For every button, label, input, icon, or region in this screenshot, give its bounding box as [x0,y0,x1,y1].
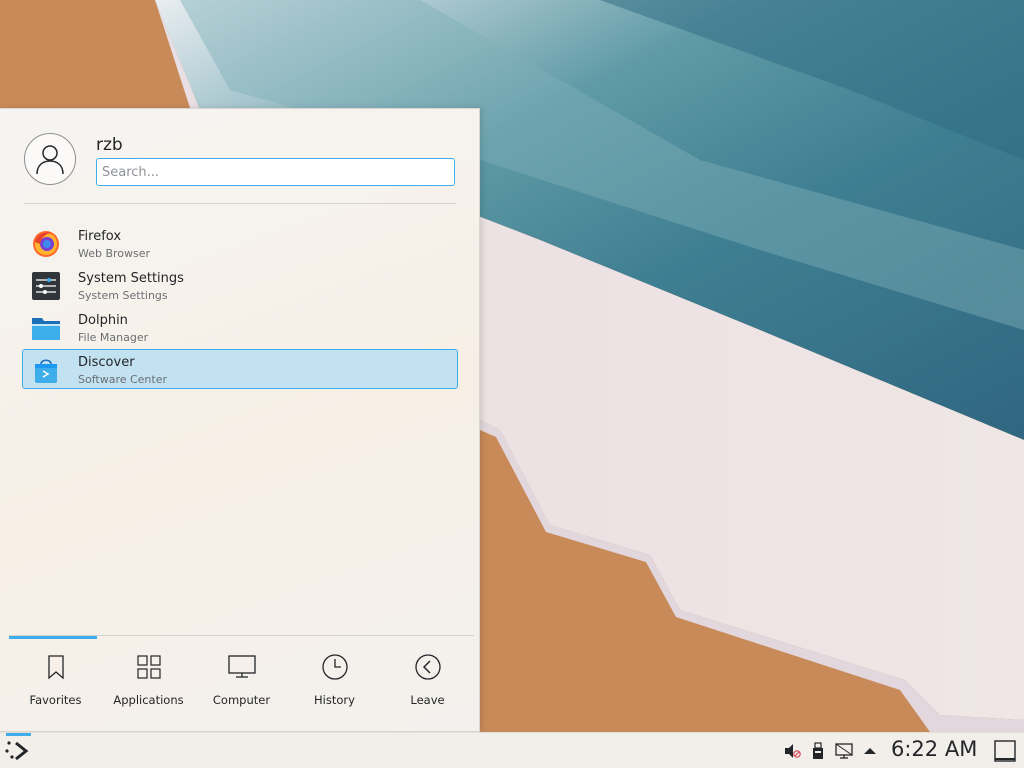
grid-icon [137,655,161,679]
tab-history[interactable]: History [288,641,381,711]
launcher-header: rzb [0,109,480,204]
favorite-name: Discover [78,355,135,370]
favorite-item-discover[interactable]: Discover Software Center [22,349,458,389]
search-input[interactable] [96,158,455,186]
launcher-tabs: Favorites Applications Computer History … [9,641,474,711]
back-arrow-icon [415,654,441,680]
digital-clock[interactable]: 6:22 AM [891,737,977,761]
launcher-button[interactable] [4,735,34,767]
network-disconnected-icon[interactable] [834,741,854,761]
tab-applications[interactable]: Applications [102,641,195,711]
tab-label: Leave [410,693,445,707]
taskbar: 6:22 AM [0,732,1024,768]
tab-label: History [314,693,355,707]
user-avatar[interactable] [24,133,76,185]
active-tab-indicator [9,636,97,639]
user-icon [36,145,64,175]
tab-label: Applications [113,693,184,707]
volume-muted-icon[interactable] [782,741,802,761]
favorite-name: System Settings [78,271,184,286]
usb-device-icon[interactable] [808,741,828,761]
tray-expand-arrow-icon[interactable] [860,741,880,761]
favorite-description: File Manager [78,331,149,344]
tab-leave[interactable]: Leave [381,641,474,711]
tab-label: Favorites [29,693,82,707]
header-separator [24,203,456,204]
bookmark-icon [48,655,64,680]
system-settings-icon [32,272,60,300]
favorite-item-system-settings[interactable]: System Settings System Settings [22,265,458,305]
username-label: rzb [96,135,123,155]
monitor-icon [228,655,256,678]
clock-icon [322,654,348,680]
favorite-name: Firefox [78,229,122,244]
favorites-list: Firefox Web Browser System Settings Syst… [22,223,458,391]
favorite-item-firefox[interactable]: Firefox Web Browser [22,223,458,263]
favorite-description: Software Center [78,373,168,386]
tab-label: Computer [212,693,271,707]
firefox-icon [33,231,59,257]
favorite-description: System Settings [78,289,168,302]
favorite-item-dolphin[interactable]: Dolphin File Manager [22,307,458,347]
folder-icon [32,318,60,340]
shopping-bag-icon [35,359,57,383]
tab-computer[interactable]: Computer [195,641,288,711]
show-desktop-icon[interactable] [993,739,1017,763]
tab-favorites[interactable]: Favorites [9,641,102,711]
favorite-name: Dolphin [78,313,128,328]
favorite-description: Web Browser [78,247,151,260]
application-launcher: rzb Firefox Web Browser [0,108,480,732]
